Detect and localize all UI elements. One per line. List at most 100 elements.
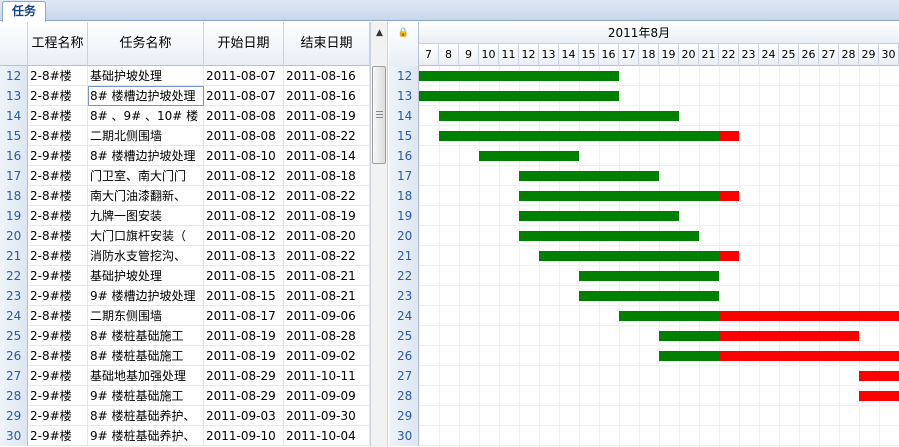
cell-end[interactable]: 2011-08-20	[284, 226, 370, 246]
cell-task[interactable]: 9# 楼桩基础养护、	[88, 426, 204, 446]
cell-task[interactable]: 8# 楼槽边护坡处理	[88, 146, 204, 166]
table-row[interactable]: 28 2-9#楼 9# 楼桩基础施工 2011-08-29 2011-09-09	[0, 386, 370, 406]
table-row[interactable]: 30 2-9#楼 9# 楼桩基础养护、 2011-09-10 2011-10-04	[0, 426, 370, 446]
row-number[interactable]: 19	[0, 206, 28, 226]
table-row[interactable]: 13 2-8#楼 8# 楼槽边护坡处理 2011-08-07 2011-08-16	[0, 86, 370, 106]
cell-start[interactable]: 2011-08-07	[204, 66, 284, 86]
cell-task[interactable]: 9# 楼桩基础施工	[88, 386, 204, 406]
cell-end[interactable]: 2011-10-11	[284, 366, 370, 386]
table-row[interactable]: 16 2-9#楼 8# 楼槽边护坡处理 2011-08-10 2011-08-14	[0, 146, 370, 166]
cell-end[interactable]: 2011-08-22	[284, 126, 370, 146]
row-number[interactable]: 25	[0, 326, 28, 346]
gantt-bar-late[interactable]	[719, 191, 739, 201]
cell-end[interactable]: 2011-08-14	[284, 146, 370, 166]
table-row[interactable]: 20 2-8#楼 大门口旗杆安装（ 2011-08-12 2011-08-20	[0, 226, 370, 246]
cell-end[interactable]: 2011-08-19	[284, 106, 370, 126]
cell-end[interactable]: 2011-08-19	[284, 206, 370, 226]
cell-start[interactable]: 2011-08-29	[204, 386, 284, 406]
table-row[interactable]: 24 2-8#楼 二期东侧围墙 2011-08-17 2011-09-06	[0, 306, 370, 326]
cell-end[interactable]: 2011-09-02	[284, 346, 370, 366]
column-header-end[interactable]: 结束日期	[284, 22, 370, 66]
gantt-bar-plan[interactable]	[479, 151, 579, 161]
cell-end[interactable]: 2011-09-06	[284, 306, 370, 326]
cell-project[interactable]: 2-9#楼	[28, 326, 88, 346]
cell-project[interactable]: 2-8#楼	[28, 166, 88, 186]
row-number[interactable]: 14	[0, 106, 28, 126]
cell-end[interactable]: 2011-08-28	[284, 326, 370, 346]
table-row[interactable]: 27 2-9#楼 基础地基加强处理 2011-08-29 2011-10-11	[0, 366, 370, 386]
cell-task[interactable]: 8# 楼桩基础养护、	[88, 406, 204, 426]
gantt-bar-plan[interactable]	[659, 351, 719, 361]
cell-project[interactable]: 2-8#楼	[28, 346, 88, 366]
cell-project[interactable]: 2-9#楼	[28, 406, 88, 426]
table-row[interactable]: 21 2-8#楼 消防水支管挖沟、 2011-08-13 2011-08-22	[0, 246, 370, 266]
cell-start[interactable]: 2011-08-08	[204, 106, 284, 126]
cell-project[interactable]: 2-9#楼	[28, 366, 88, 386]
cell-task[interactable]: 基础护坡处理	[88, 66, 204, 86]
tab-tasks[interactable]: 任务	[2, 1, 46, 22]
gantt-bar-plan[interactable]	[519, 171, 659, 181]
gantt-bar-plan[interactable]	[579, 271, 719, 281]
gantt-bar-late[interactable]	[719, 251, 739, 261]
column-header-task[interactable]: 任务名称	[88, 22, 204, 66]
gantt-bar-plan[interactable]	[539, 251, 719, 261]
cell-project[interactable]: 2-9#楼	[28, 426, 88, 446]
gantt-bar-plan[interactable]	[519, 211, 679, 221]
column-header-project[interactable]: 工程名称	[28, 22, 88, 66]
column-header-start[interactable]: 开始日期	[204, 22, 284, 66]
cell-task[interactable]: 二期东侧围墙	[88, 306, 204, 326]
row-number[interactable]: 22	[0, 266, 28, 286]
gantt-bar-plan[interactable]	[419, 91, 619, 101]
row-number[interactable]: 23	[0, 286, 28, 306]
cell-project[interactable]: 2-8#楼	[28, 126, 88, 146]
cell-project[interactable]: 2-8#楼	[28, 106, 88, 126]
gantt-bar-late[interactable]	[719, 311, 899, 321]
row-number[interactable]: 29	[0, 406, 28, 426]
cell-project[interactable]: 2-8#楼	[28, 66, 88, 86]
cell-end[interactable]: 2011-10-04	[284, 426, 370, 446]
cell-task[interactable]: 基础地基加强处理	[88, 366, 204, 386]
cell-start[interactable]: 2011-08-08	[204, 126, 284, 146]
table-row[interactable]: 23 2-9#楼 9# 楼槽边护坡处理 2011-08-15 2011-08-21	[0, 286, 370, 306]
cell-end[interactable]: 2011-08-16	[284, 86, 370, 106]
cell-project[interactable]: 2-9#楼	[28, 146, 88, 166]
row-number[interactable]: 15	[0, 126, 28, 146]
table-row[interactable]: 17 2-8#楼 门卫室、南大门门 2011-08-12 2011-08-18	[0, 166, 370, 186]
row-number[interactable]: 28	[0, 386, 28, 406]
cell-task[interactable]: 8# 楼槽边护坡处理	[88, 86, 204, 106]
table-row[interactable]: 18 2-8#楼 南大门油漆翻新、 2011-08-12 2011-08-22	[0, 186, 370, 206]
cell-project[interactable]: 2-8#楼	[28, 226, 88, 246]
cell-project[interactable]: 2-9#楼	[28, 286, 88, 306]
cell-start[interactable]: 2011-08-12	[204, 166, 284, 186]
cell-project[interactable]: 2-8#楼	[28, 206, 88, 226]
row-number[interactable]: 17	[0, 166, 28, 186]
gantt-bar-plan[interactable]	[439, 111, 679, 121]
cell-task[interactable]: 九牌一图安装	[88, 206, 204, 226]
cell-start[interactable]: 2011-08-29	[204, 366, 284, 386]
row-number[interactable]: 12	[0, 66, 28, 86]
row-number[interactable]: 21	[0, 246, 28, 266]
gantt-bar-plan[interactable]	[579, 291, 719, 301]
cell-start[interactable]: 2011-08-19	[204, 346, 284, 366]
scroll-up-arrow-icon[interactable]: ▲	[371, 22, 388, 44]
gantt-bar-plan[interactable]	[659, 331, 719, 341]
cell-end[interactable]: 2011-08-22	[284, 246, 370, 266]
table-row[interactable]: 26 2-8#楼 8# 楼桩基础施工 2011-08-19 2011-09-02	[0, 346, 370, 366]
cell-task[interactable]: 基础护坡处理	[88, 266, 204, 286]
row-number[interactable]: 18	[0, 186, 28, 206]
cell-project[interactable]: 2-9#楼	[28, 386, 88, 406]
cell-end[interactable]: 2011-08-16	[284, 66, 370, 86]
cell-project[interactable]: 2-8#楼	[28, 246, 88, 266]
cell-project[interactable]: 2-8#楼	[28, 86, 88, 106]
cell-end[interactable]: 2011-09-30	[284, 406, 370, 426]
table-row[interactable]: 12 2-8#楼 基础护坡处理 2011-08-07 2011-08-16	[0, 66, 370, 86]
cell-end[interactable]: 2011-08-21	[284, 266, 370, 286]
gantt-bar-plan[interactable]	[419, 71, 619, 81]
table-row[interactable]: 29 2-9#楼 8# 楼桩基础养护、 2011-09-03 2011-09-30	[0, 406, 370, 426]
row-number[interactable]: 13	[0, 86, 28, 106]
gantt-bar-plan[interactable]	[439, 131, 719, 141]
table-row[interactable]: 22 2-9#楼 基础护坡处理 2011-08-15 2011-08-21	[0, 266, 370, 286]
table-row[interactable]: 15 2-8#楼 二期北侧围墙 2011-08-08 2011-08-22	[0, 126, 370, 146]
cell-end[interactable]: 2011-09-09	[284, 386, 370, 406]
cell-task[interactable]: 消防水支管挖沟、	[88, 246, 204, 266]
